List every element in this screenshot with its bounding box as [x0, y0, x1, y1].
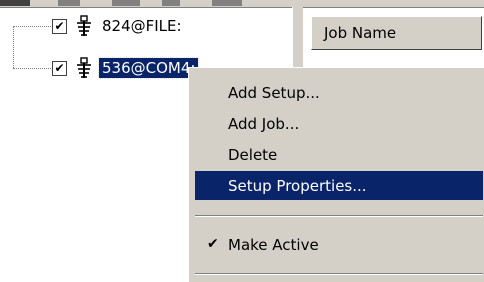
checkmark-icon: ✔ [207, 236, 219, 252]
column-header-job-name[interactable]: Job Name [311, 16, 482, 50]
menu-item-setup-properties[interactable]: Setup Properties... [195, 171, 483, 200]
node-checkbox[interactable]: ✔ [52, 60, 67, 76]
toolbar-button-fragment[interactable] [212, 0, 242, 6]
toolbar-button-fragment[interactable] [162, 0, 180, 6]
node-checkbox[interactable]: ✔ [52, 18, 67, 34]
device-icon [77, 57, 91, 78]
tree-node[interactable]: ✔ 536@COM4: [52, 57, 200, 79]
tree-node[interactable]: ✔ 824@FILE: [52, 15, 185, 37]
toolbar-button-fragment[interactable] [0, 0, 30, 6]
toolbar-button-fragment[interactable] [58, 0, 80, 6]
menu-separator [195, 273, 483, 275]
tree-connector [13, 68, 51, 69]
menu-item-label: Make Active [228, 235, 319, 254]
context-menu: Add Setup... Add Job... Delete Setup Pro… [188, 67, 484, 282]
tree-connector [13, 26, 14, 68]
toolbar [0, 0, 484, 8]
toolbar-button-fragment[interactable] [112, 0, 140, 6]
menu-item-label: Delete [228, 145, 278, 164]
menu-item-add-job[interactable]: Add Job... [195, 109, 483, 138]
column-header-label: Job Name [324, 24, 397, 42]
check-glyph: ✔ [54, 61, 65, 75]
menu-item-add-setup[interactable]: Add Setup... [195, 78, 483, 107]
menu-separator [195, 215, 483, 217]
menu-item-delete[interactable]: Delete [195, 140, 483, 169]
menu-item-label: Add Setup... [228, 83, 320, 102]
node-label[interactable]: 824@FILE: [99, 16, 185, 36]
device-icon [77, 15, 91, 36]
menu-item-make-active[interactable]: ✔ Make Active [195, 230, 483, 259]
menu-item-label: Add Job... [228, 114, 300, 133]
node-label-selected[interactable]: 536@COM4: [97, 57, 200, 79]
menu-item-label: Setup Properties... [228, 176, 367, 195]
tree-connector [13, 26, 51, 27]
check-glyph: ✔ [54, 19, 65, 33]
